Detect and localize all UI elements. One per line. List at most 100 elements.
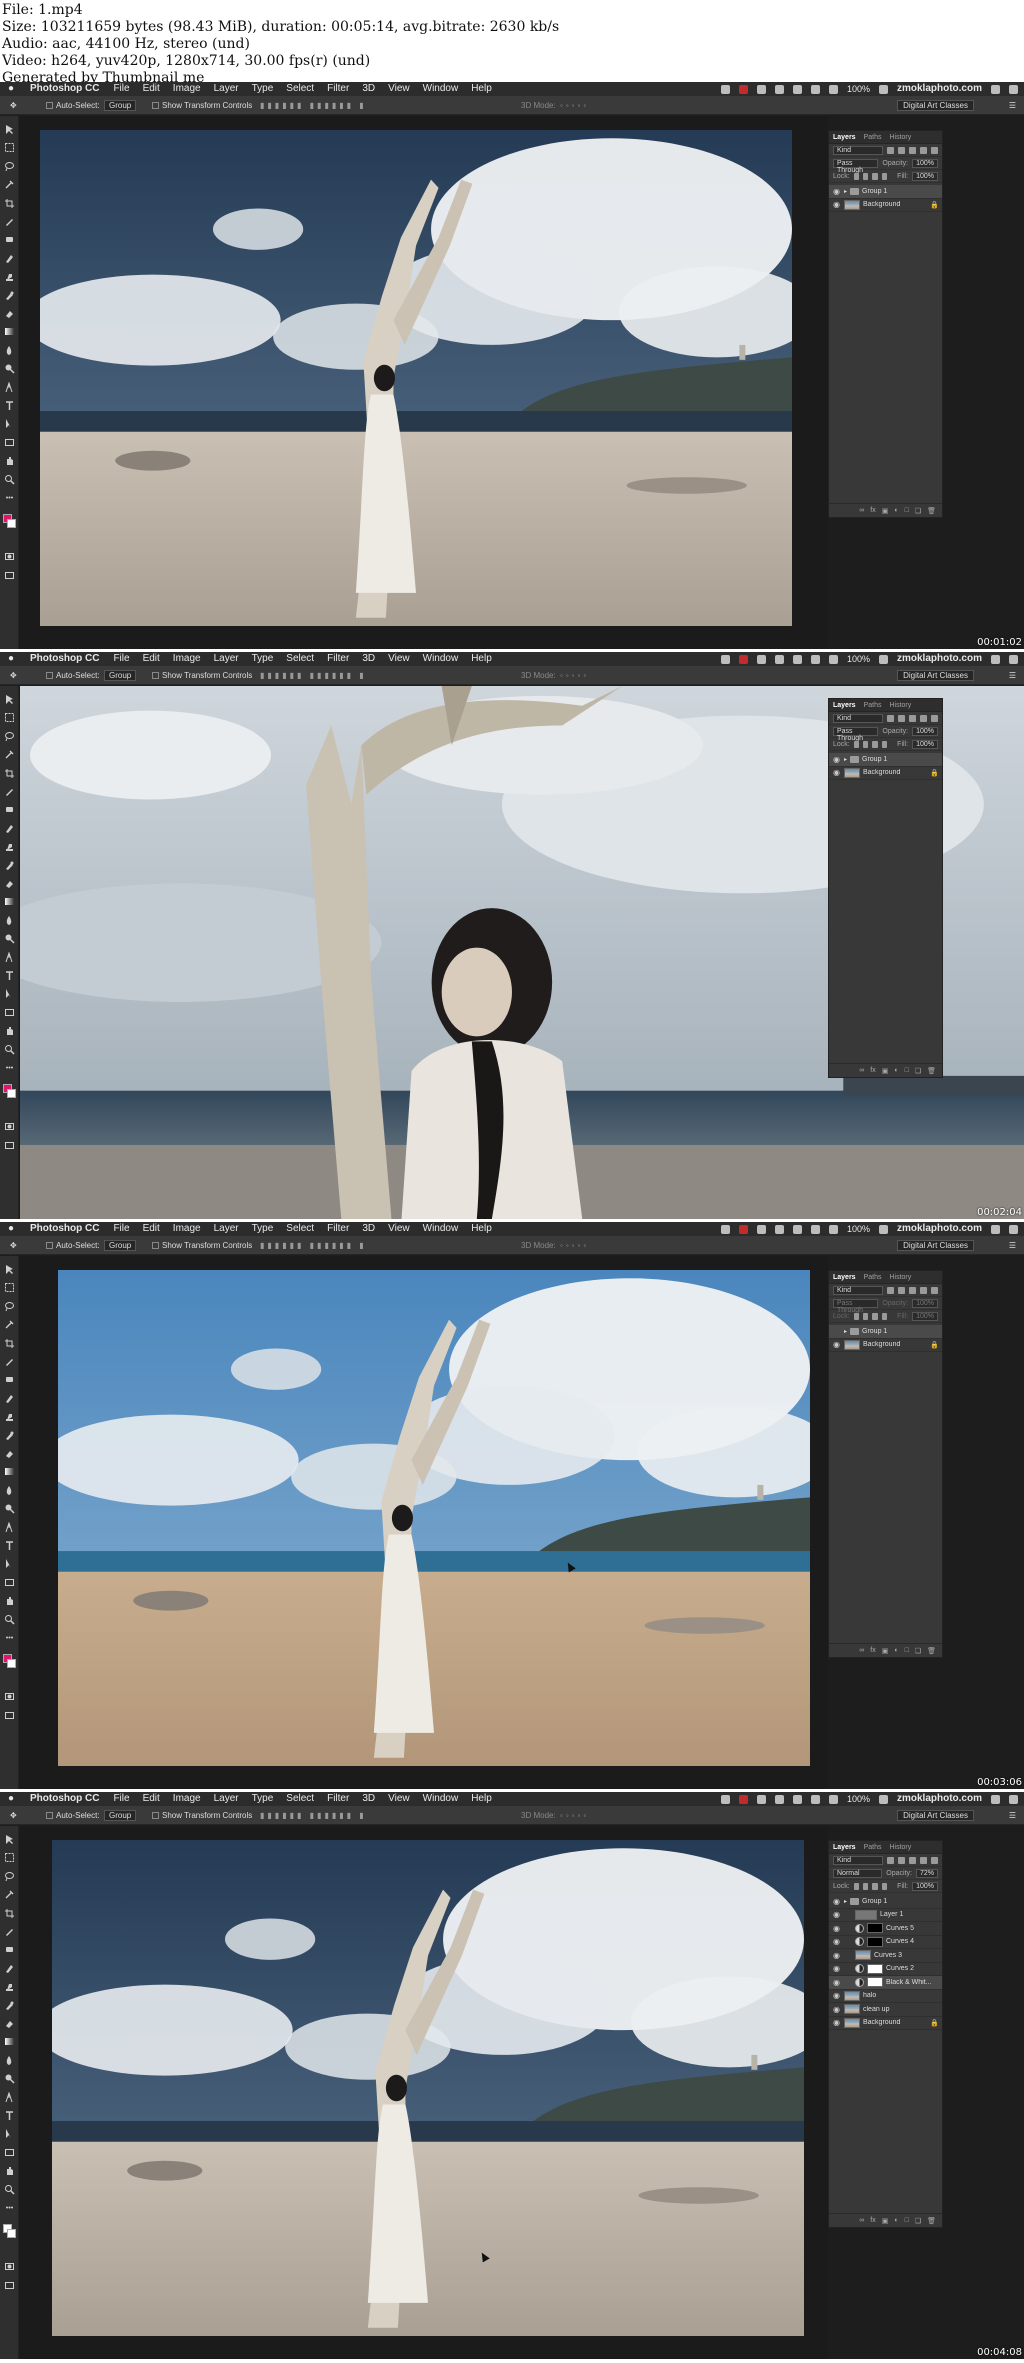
lock-pixels-icon[interactable] — [863, 1882, 869, 1890]
blur-tool-icon[interactable] — [4, 915, 15, 926]
lock-transparent-icon[interactable] — [853, 1312, 860, 1320]
layer-row[interactable]: ◉ clean up — [829, 2003, 942, 2017]
shape-tool-icon[interactable] — [4, 1007, 15, 1018]
layer-row[interactable]: ◉ Curves 3 — [829, 1949, 942, 1963]
search-icon[interactable] — [991, 1224, 1000, 1234]
visibility-eye-icon[interactable]: ◉ — [832, 2005, 841, 2014]
blur-tool-icon[interactable] — [4, 2055, 15, 2066]
healing-brush-tool-icon[interactable] — [4, 804, 15, 815]
add-mask-icon[interactable]: ▣ — [882, 1647, 889, 1655]
tab-paths[interactable]: Paths — [864, 702, 882, 709]
delete-layer-icon[interactable]: 🗑 — [927, 2217, 936, 2225]
layer-style-icon[interactable]: fx — [870, 1067, 875, 1074]
eraser-tool-icon[interactable] — [4, 2018, 15, 2029]
opacity-field[interactable]: 100% — [912, 158, 938, 168]
marquee-tool-icon[interactable] — [4, 1282, 15, 1293]
new-adjustment-icon[interactable]: ◐ — [894, 507, 898, 514]
auto-select-dropdown[interactable]: Group — [104, 670, 137, 681]
healing-brush-tool-icon[interactable] — [4, 234, 15, 245]
filter-type-icon[interactable] — [909, 1856, 916, 1864]
auto-select-checkbox[interactable] — [46, 672, 53, 679]
record-icon[interactable] — [738, 1224, 748, 1234]
dodge-tool-icon[interactable] — [4, 363, 15, 374]
menu-item-3d[interactable]: 3D — [362, 1792, 375, 1806]
record-icon[interactable] — [738, 1794, 748, 1804]
history-brush-tool-icon[interactable] — [4, 1430, 15, 1441]
eraser-tool-icon[interactable] — [4, 308, 15, 319]
lock-all-icon[interactable] — [881, 1312, 888, 1320]
new-group-icon[interactable]: □ — [905, 1067, 909, 1074]
menu-item-type[interactable]: Type — [252, 1792, 274, 1806]
menu-item-edit[interactable]: Edit — [143, 652, 160, 666]
mode-3d-buttons[interactable]: ◦◦◦◦◦ — [560, 96, 589, 115]
layer-row[interactable]: ◉ Background 🔒 — [829, 1339, 942, 1352]
menu-item-type[interactable]: Type — [252, 652, 274, 666]
filter-adjustment-icon[interactable] — [898, 1286, 905, 1294]
lock-transparent-icon[interactable] — [853, 740, 860, 748]
menu-item-help[interactable]: Help — [471, 82, 492, 96]
move-tool-icon[interactable] — [4, 694, 15, 705]
menu-item-file[interactable]: File — [113, 82, 129, 96]
brush-tool-icon[interactable] — [4, 253, 15, 264]
move-tool-preset-icon[interactable]: ✥ — [10, 96, 17, 115]
layer-row[interactable]: ◉ Background 🔒 — [829, 767, 942, 780]
pen-tool-icon[interactable] — [4, 2091, 15, 2103]
lock-position-icon[interactable] — [872, 1882, 878, 1890]
lasso-tool-icon[interactable] — [4, 161, 15, 172]
dodge-tool-icon[interactable] — [4, 933, 15, 944]
tab-history[interactable]: History — [889, 134, 911, 141]
bluetooth-icon[interactable] — [792, 654, 802, 664]
hand-tool-icon[interactable] — [4, 2165, 15, 2176]
wifi-icon[interactable] — [810, 654, 820, 664]
wifi-icon[interactable] — [810, 84, 820, 94]
menu-app-name[interactable]: Photoshop CC — [30, 1222, 99, 1236]
visibility-eye-icon[interactable]: ◉ — [832, 1978, 841, 1987]
sync-icon[interactable] — [756, 1794, 766, 1804]
tab-layers[interactable]: Layers — [833, 1274, 856, 1281]
new-group-icon[interactable]: □ — [905, 507, 909, 514]
apple-icon[interactable]: ● — [6, 82, 16, 96]
new-layer-icon[interactable]: ❏ — [915, 1647, 921, 1655]
new-adjustment-icon[interactable]: ◐ — [894, 1067, 898, 1074]
visibility-eye-icon[interactable]: ◉ — [832, 755, 841, 764]
fill-field[interactable]: 100% — [912, 1881, 938, 1891]
status-app-icon[interactable] — [720, 1794, 730, 1804]
align-buttons[interactable]: ▮▮▮▮▮▮ ▮▮▮▮▮▮ ▮ — [260, 96, 367, 115]
new-adjustment-icon[interactable]: ◐ — [894, 1647, 898, 1654]
workspace-menu-icon[interactable]: ☰ — [1009, 1806, 1016, 1825]
lock-all-icon[interactable] — [881, 172, 888, 180]
eyedropper-tool-icon[interactable] — [4, 1926, 15, 1937]
lasso-tool-icon[interactable] — [4, 1871, 15, 1882]
filter-pixel-icon[interactable] — [887, 146, 894, 154]
eraser-tool-icon[interactable] — [4, 878, 15, 889]
quick-mask-icon[interactable] — [4, 551, 15, 562]
menu-item-type[interactable]: Type — [252, 82, 274, 96]
move-tool-icon[interactable] — [4, 124, 15, 135]
move-tool-preset-icon[interactable]: ✥ — [10, 1806, 17, 1825]
apple-icon[interactable]: ● — [6, 1792, 16, 1806]
move-tool-icon[interactable] — [4, 1264, 15, 1275]
menu-item-view[interactable]: View — [388, 82, 410, 96]
show-transform-checkbox[interactable] — [152, 102, 159, 109]
menu-item-edit[interactable]: Edit — [143, 1792, 160, 1806]
zoom-tool-icon[interactable] — [4, 1614, 15, 1625]
menu-item-help[interactable]: Help — [471, 1792, 492, 1806]
mode-3d-buttons[interactable]: ◦◦◦◦◦ — [560, 1236, 589, 1255]
auto-select-dropdown[interactable]: Group — [104, 1240, 137, 1251]
blend-mode-dropdown[interactable]: Pass Through — [833, 158, 879, 174]
menu-item-view[interactable]: View — [388, 1222, 410, 1236]
menu-item-layer[interactable]: Layer — [214, 1222, 239, 1236]
link-layers-icon[interactable]: ∞ — [859, 1647, 864, 1654]
document-canvas[interactable] — [20, 1826, 828, 2359]
lock-all-icon[interactable] — [881, 740, 888, 748]
lasso-tool-icon[interactable] — [4, 1301, 15, 1312]
visibility-eye-icon[interactable]: ◉ — [832, 1937, 841, 1946]
filter-pixel-icon[interactable] — [887, 1856, 894, 1864]
path-select-tool-icon[interactable] — [4, 418, 15, 429]
menu-item-edit[interactable]: Edit — [143, 1222, 160, 1236]
hand-tool-icon[interactable] — [4, 455, 15, 466]
menu-app-name[interactable]: Photoshop CC — [30, 82, 99, 96]
search-icon[interactable] — [991, 654, 1000, 664]
visibility-eye-icon[interactable]: ◉ — [832, 1964, 841, 1973]
quick-select-tool-icon[interactable] — [4, 1889, 15, 1900]
